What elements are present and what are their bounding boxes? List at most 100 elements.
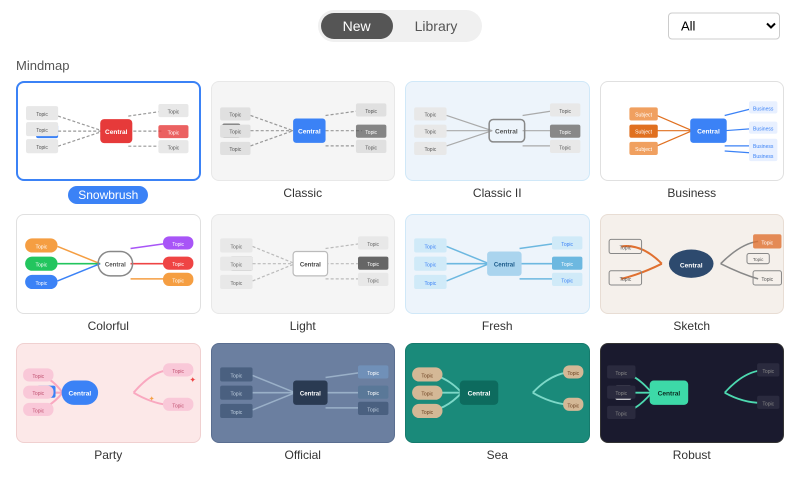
svg-text:Topic: Topic <box>615 412 627 418</box>
svg-text:Central: Central <box>69 391 92 398</box>
svg-text:✦: ✦ <box>149 395 155 403</box>
card-label-colorful: Colorful <box>88 319 129 333</box>
svg-text:Topic: Topic <box>424 113 436 119</box>
svg-text:Topic: Topic <box>32 409 44 415</box>
svg-text:Topic: Topic <box>172 279 184 285</box>
svg-text:Topic: Topic <box>365 146 377 152</box>
card-label-party: Party <box>94 448 122 462</box>
svg-text:Business: Business <box>752 127 773 133</box>
svg-text:Topic: Topic <box>230 392 242 398</box>
card-light[interactable]: Topic Topic Topic Central Topic Topic To… <box>211 214 396 333</box>
tab-library[interactable]: Library <box>393 13 480 39</box>
card-label-official: Official <box>285 448 321 462</box>
svg-text:Topic: Topic <box>619 246 631 252</box>
svg-text:Topic: Topic <box>168 131 180 137</box>
svg-text:Topic: Topic <box>421 392 433 398</box>
svg-text:Topic: Topic <box>36 112 48 118</box>
svg-text:Topic: Topic <box>615 392 627 398</box>
card-sketch[interactable]: Topic Topic Central Topic Topic Topic Sk… <box>600 214 785 333</box>
svg-text:Topic: Topic <box>172 404 184 410</box>
svg-text:Topic: Topic <box>32 374 44 380</box>
svg-text:Topic: Topic <box>424 263 436 269</box>
svg-text:Topic: Topic <box>559 146 571 152</box>
svg-text:Central: Central <box>299 391 320 398</box>
svg-text:Topic: Topic <box>762 369 774 375</box>
svg-text:Topic: Topic <box>367 263 379 269</box>
card-preview-classic: Topic Topic Topic Central Topic Topic To… <box>211 81 396 181</box>
card-label-business: Business <box>667 186 716 200</box>
svg-text:✦: ✦ <box>189 376 196 385</box>
svg-text:Central: Central <box>495 129 518 136</box>
svg-text:Topic: Topic <box>230 281 242 287</box>
svg-text:Topic: Topic <box>421 410 433 416</box>
svg-text:Topic: Topic <box>365 131 377 137</box>
svg-text:Topic: Topic <box>35 245 47 251</box>
svg-text:Topic: Topic <box>424 245 436 251</box>
svg-text:Central: Central <box>679 263 702 270</box>
card-preview-robust: Topic Topic Topic Central Topic Topic <box>600 343 785 443</box>
card-preview-classic2: Topic Topic Topic Central Topic Topic To… <box>405 81 590 181</box>
svg-text:Topic: Topic <box>230 374 242 380</box>
svg-text:Central: Central <box>494 262 515 269</box>
preview-svg-sketch: Topic Topic Central Topic Topic Topic <box>601 214 784 314</box>
svg-text:Central: Central <box>299 262 320 269</box>
svg-text:Topic: Topic <box>230 263 242 269</box>
svg-text:Topic: Topic <box>35 263 47 269</box>
card-business[interactable]: Subject Subject Subject Central Business… <box>600 81 785 204</box>
svg-text:Topic: Topic <box>367 371 379 377</box>
preview-svg-fresh: Topic Topic Topic Central Topic Topic To… <box>406 214 589 314</box>
card-preview-colorful: Topic Topic Topic Central Topic Topic To… <box>16 214 201 314</box>
card-fresh[interactable]: Topic Topic Topic Central Topic Topic To… <box>405 214 590 333</box>
tab-group: New Library <box>318 10 483 42</box>
card-label-classic: Classic <box>283 186 322 200</box>
preview-svg-classic2: Topic Topic Topic Central Topic Topic To… <box>406 81 589 181</box>
svg-text:Subject: Subject <box>635 113 652 119</box>
card-party[interactable]: Topic Topic Topic Central Topic Topic ✦ … <box>16 343 201 462</box>
svg-text:Topic: Topic <box>424 281 436 287</box>
preview-svg-light: Topic Topic Topic Central Topic Topic To… <box>212 214 395 314</box>
svg-text:Topic: Topic <box>229 147 241 153</box>
tab-new[interactable]: New <box>321 13 393 39</box>
card-classic2[interactable]: Topic Topic Topic Central Topic Topic To… <box>405 81 590 204</box>
card-label-snowbrush: Snowbrush <box>68 186 148 204</box>
preview-svg-robust: Topic Topic Topic Central Topic Topic <box>601 343 784 443</box>
card-sea[interactable]: Topic Topic Topic Central Topic Topic Se… <box>405 343 590 462</box>
svg-text:Topic: Topic <box>172 263 184 269</box>
svg-text:Topic: Topic <box>172 369 184 375</box>
svg-text:Topic: Topic <box>365 109 377 115</box>
svg-text:Topic: Topic <box>172 242 184 248</box>
filter-select[interactable]: All Mindmap Flowchart Org Chart <box>668 13 780 40</box>
card-preview-sketch: Topic Topic Central Topic Topic Topic <box>600 214 785 314</box>
svg-text:Topic: Topic <box>32 392 44 398</box>
card-classic[interactable]: Topic Topic Topic Central Topic Topic To… <box>211 81 396 204</box>
svg-text:Topic: Topic <box>559 131 571 137</box>
card-label-robust: Robust <box>673 448 711 462</box>
svg-text:Topic: Topic <box>168 146 180 152</box>
svg-text:Topic: Topic <box>36 145 48 151</box>
card-robust[interactable]: Topic Topic Topic Central Topic Topic Ro… <box>600 343 785 462</box>
card-colorful[interactable]: Topic Topic Topic Central Topic Topic To… <box>16 214 201 333</box>
preview-svg-official: Topic Topic Topic Central Topic Topic To… <box>212 343 395 443</box>
svg-text:Topic: Topic <box>761 277 773 283</box>
svg-text:Business: Business <box>752 107 773 113</box>
svg-text:Topic: Topic <box>35 281 47 287</box>
card-label-classic2: Classic II <box>473 186 522 200</box>
template-grid: Topic Topic Topic Central Topic Topic To… <box>16 81 784 462</box>
card-preview-fresh: Topic Topic Topic Central Topic Topic To… <box>405 214 590 314</box>
svg-text:Topic: Topic <box>229 113 241 119</box>
preview-svg-party: Topic Topic Topic Central Topic Topic ✦ … <box>17 343 200 443</box>
svg-text:Topic: Topic <box>367 392 379 398</box>
svg-text:Central: Central <box>297 129 320 136</box>
card-label-fresh: Fresh <box>482 319 513 333</box>
preview-svg-business: Subject Subject Subject Central Business… <box>601 81 784 181</box>
preview-svg-snowbrush: Topic Topic Topic Central Topic Topic To… <box>18 81 199 181</box>
svg-text:Topic: Topic <box>229 130 241 136</box>
svg-text:Topic: Topic <box>421 374 433 380</box>
svg-text:Topic: Topic <box>761 241 773 247</box>
card-snowbrush[interactable]: Topic Topic Topic Central Topic Topic To… <box>16 81 201 204</box>
svg-text:Topic: Topic <box>36 128 48 134</box>
svg-text:Topic: Topic <box>424 130 436 136</box>
card-preview-party: Topic Topic Topic Central Topic Topic ✦ … <box>16 343 201 443</box>
card-official[interactable]: Topic Topic Topic Central Topic Topic To… <box>211 343 396 462</box>
preview-svg-classic: Topic Topic Topic Central Topic Topic To… <box>212 81 395 181</box>
